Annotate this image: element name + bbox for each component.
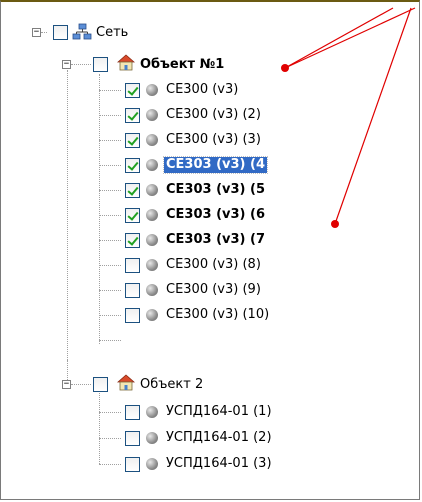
tree-view-panel[interactable]: − Сеть − Объект №1 CE300 (v3) CE300 (v3)…	[0, 0, 420, 500]
annotation-arrows	[281, 7, 416, 228]
annotation-arrow-line	[284, 7, 394, 69]
annotation-arrow-line	[284, 7, 416, 69]
annotation-arrow-line	[334, 7, 412, 225]
annotation-arrow-dot	[331, 220, 339, 228]
annotation-arrow-dot	[281, 64, 289, 72]
